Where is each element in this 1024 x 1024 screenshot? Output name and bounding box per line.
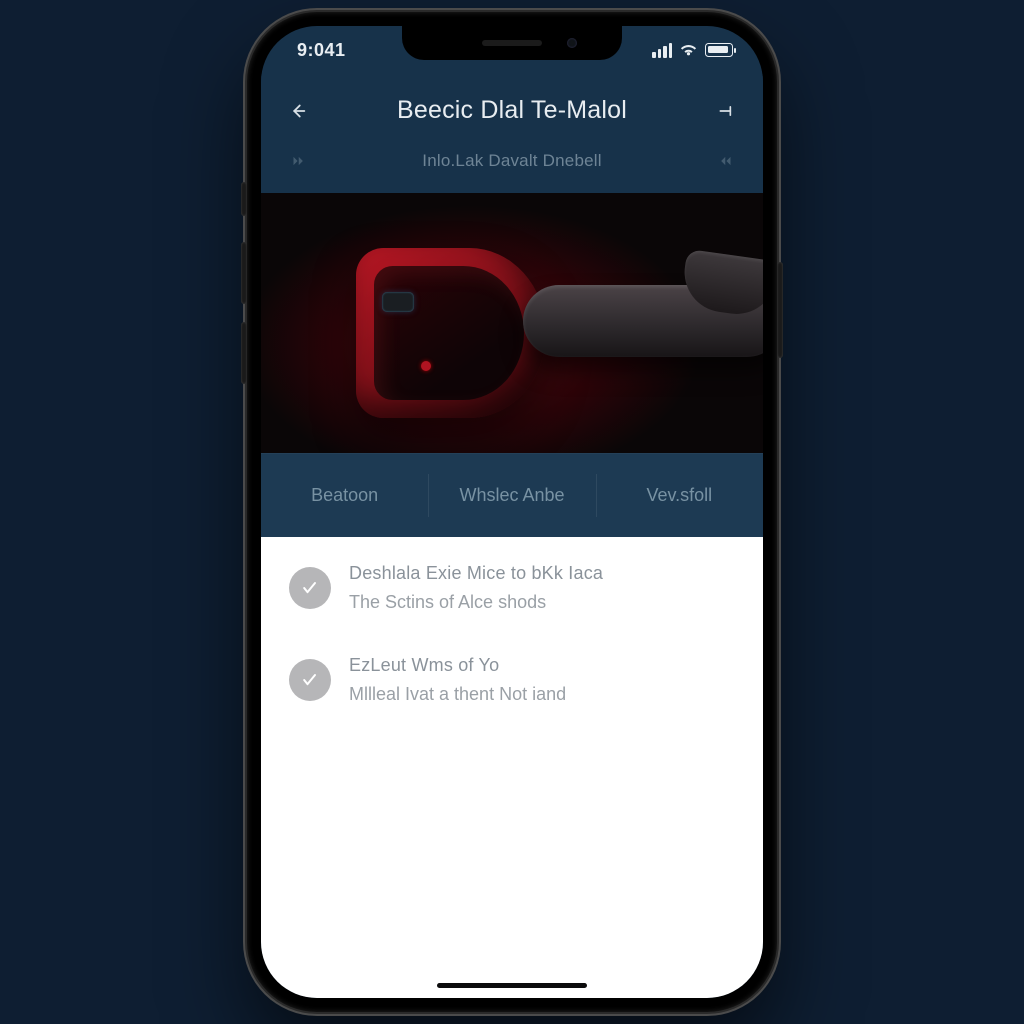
subheader-prev-icon[interactable] <box>289 154 305 168</box>
subheader-next-icon[interactable] <box>719 154 735 168</box>
mute-switch <box>241 182 247 216</box>
list-item-title: EzLeut Wms of Yo <box>349 655 566 676</box>
subheader: Inlo.Lak Davalt Dnebell <box>261 143 763 193</box>
home-indicator[interactable] <box>437 983 587 988</box>
tab-2[interactable]: Whslec Anbe <box>428 454 595 537</box>
subheader-text: Inlo.Lak Davalt Dnebell <box>305 151 719 171</box>
list-item[interactable]: Deshlala Exie Mice to bKk Iaca The Sctin… <box>289 563 735 613</box>
status-time: 9:041 <box>297 40 346 61</box>
content-list: Deshlala Exie Mice to bKk Iaca The Sctin… <box>261 537 763 998</box>
volume-down-button <box>241 322 247 384</box>
check-icon <box>289 567 331 609</box>
product-body <box>356 248 546 418</box>
status-right-cluster <box>652 43 733 58</box>
tab-1[interactable]: Beatoon <box>261 454 428 537</box>
speaker-grille <box>482 40 542 46</box>
check-icon <box>289 659 331 701</box>
volume-up-button <box>241 242 247 304</box>
notch <box>402 26 622 60</box>
power-button <box>777 262 783 358</box>
screen: 9:041 Beecic Dlal Te-Malol <box>261 26 763 998</box>
wifi-icon <box>679 43 698 57</box>
hero-image <box>261 193 763 453</box>
list-item-subtitle: The Sctins of Alce shods <box>349 592 603 613</box>
tab-label: Vev.sfoll <box>646 485 712 506</box>
list-item[interactable]: EzLeut Wms of Yo Mllleal Ivat a thent No… <box>289 655 735 705</box>
phone-mockup: 9:041 Beecic Dlal Te-Malol <box>247 12 777 1012</box>
list-item-title: Deshlala Exie Mice to bKk Iaca <box>349 563 603 584</box>
list-item-subtitle: Mllleal Ivat a thent Not iand <box>349 684 566 705</box>
tabs: Beatoon Whslec Anbe Vev.sfoll <box>261 453 763 537</box>
signal-icon <box>652 43 672 58</box>
tab-3[interactable]: Vev.sfoll <box>596 454 763 537</box>
back-button[interactable] <box>283 100 311 122</box>
page-title: Beecic Dlal Te-Malol <box>397 96 627 125</box>
battery-icon <box>705 43 733 57</box>
header-action-icon[interactable] <box>713 101 741 121</box>
front-camera <box>567 38 577 48</box>
tab-label: Beatoon <box>311 485 378 506</box>
tab-label: Whslec Anbe <box>459 485 564 506</box>
app-header: Beecic Dlal Te-Malol <box>261 74 763 143</box>
product-arm <box>523 285 763 357</box>
product-led <box>421 361 431 371</box>
